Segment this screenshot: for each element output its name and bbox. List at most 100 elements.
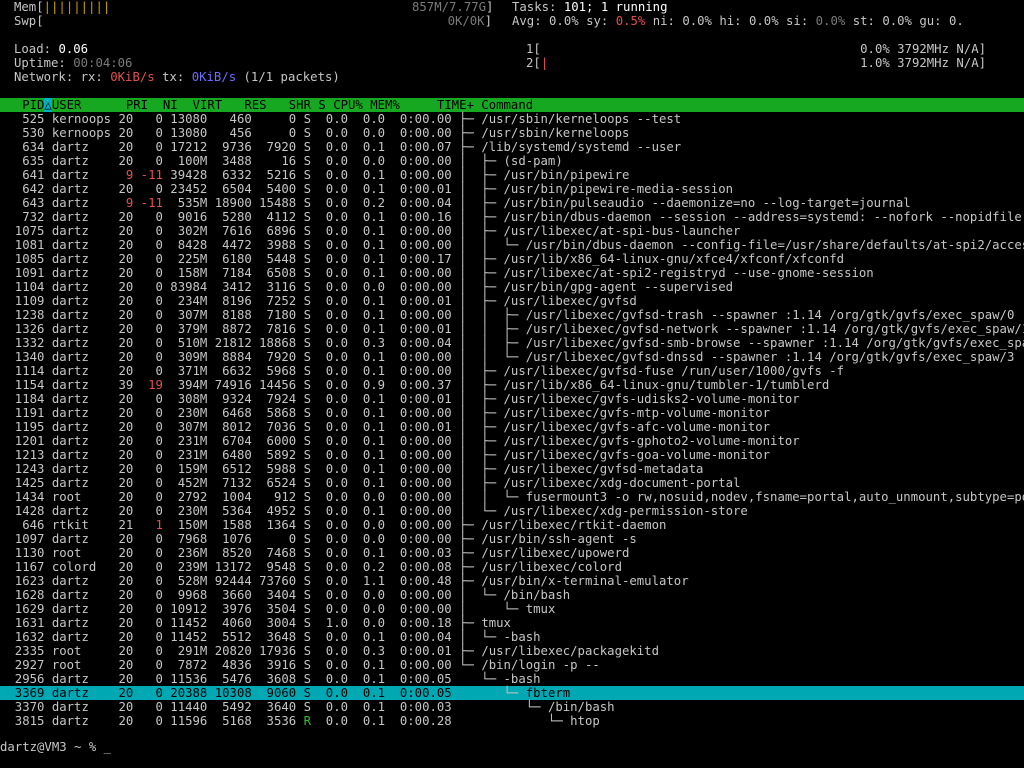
cell-s: S [296, 518, 311, 532]
cell-time: 0:00.00 [385, 504, 452, 518]
cell-cpu: 0.0 [310, 406, 349, 420]
table-row[interactable]: 1628 dartz 20 0 9968 3660 3404 S 0.0 0.0… [0, 588, 1024, 602]
table-row[interactable]: 1167 colord 20 0 239M 13172 9548 S 0.0 0… [0, 560, 1024, 574]
cell-command: /usr/libexec/gvfs-udisks2-volume-monitor [503, 392, 800, 406]
cell-virt: 9016 [162, 210, 208, 224]
cell-pri: 20 [111, 574, 134, 588]
cell-cpu: 0.0 [310, 266, 349, 280]
cell-cpu: 0.0 [310, 154, 349, 168]
cell-time: 0:00.05 [385, 672, 452, 686]
tree-branch: │ ├─ [451, 448, 504, 462]
table-row[interactable]: 1326 dartz 20 0 379M 8872 7816 S 0.0 0.1… [0, 322, 1024, 336]
cell-command: /usr/libexec/xdg-permission-store [503, 504, 748, 518]
cell-shr: 912 [251, 490, 297, 504]
column-header-time[interactable]: TIME+ [400, 98, 474, 112]
network-meter: Network: rx: 0KiB/s tx: 0KiB/s (1/1 pack… [14, 70, 340, 84]
table-row[interactable]: 1109 dartz 20 0 234M 8196 7252 S 0.0 0.1… [0, 294, 1024, 308]
table-row[interactable]: 3815 dartz 20 0 11596 5168 3536 R 0.0 0.… [0, 714, 1024, 728]
cell-res: 7184 [207, 266, 252, 280]
table-row[interactable]: 1130 root 20 0 236M 8520 7468 S 0.0 0.1 … [0, 546, 1024, 560]
table-row[interactable]: 1184 dartz 20 0 308M 9324 7924 S 0.0 0.1… [0, 392, 1024, 406]
table-row[interactable]: 1434 root 20 0 2792 1004 912 S 0.0 0.0 0… [0, 490, 1024, 504]
cell-mem: 0.0 [348, 154, 386, 168]
table-row[interactable]: 1104 dartz 20 0 83984 3412 3116 S 0.0 0.… [0, 280, 1024, 294]
cell-s: S [296, 602, 311, 616]
column-header-shr[interactable]: SHR [267, 98, 311, 112]
table-row[interactable]: 3369 dartz 20 0 20388 10308 9060 S 0.0 0… [0, 686, 1024, 700]
cell-shr: 3004 [251, 616, 297, 630]
cell-cpu: 0.0 [310, 280, 349, 294]
column-header-cpu[interactable]: CPU% [326, 98, 363, 112]
table-row[interactable]: 641 dartz 9 -11 39428 6332 5216 S 0.0 0.… [0, 168, 1024, 182]
table-row[interactable]: 642 dartz 20 0 23452 6504 5400 S 0.0 0.1… [0, 182, 1024, 196]
cell-user: kernoops [44, 126, 112, 140]
table-row[interactable]: 1085 dartz 20 0 225M 6180 5448 S 0.0 0.1… [0, 252, 1024, 266]
cell-mem: 0.1 [348, 546, 386, 560]
cell-cpu: 0.0 [310, 252, 349, 266]
table-row[interactable]: 1213 dartz 20 0 231M 6480 5892 S 0.0 0.1… [0, 448, 1024, 462]
column-header-user[interactable]: USER [52, 98, 119, 112]
tree-branch: │ ├─ [451, 406, 504, 420]
table-row[interactable]: 1428 dartz 20 0 230M 5364 4952 S 0.0 0.1… [0, 504, 1024, 518]
cell-pri: 20 [111, 364, 134, 378]
cell-user: root [44, 658, 112, 672]
table-row[interactable]: 635 dartz 20 0 100M 3488 16 S 0.0 0.0 0:… [0, 154, 1024, 168]
table-row[interactable]: 1075 dartz 20 0 302M 7616 6896 S 0.0 0.1… [0, 224, 1024, 238]
table-row[interactable]: 1243 dartz 20 0 159M 6512 5988 S 0.0 0.1… [0, 462, 1024, 476]
table-row[interactable]: 634 dartz 20 0 17212 9736 7920 S 0.0 0.1… [0, 140, 1024, 154]
cell-ni: 0 [133, 280, 163, 294]
table-row[interactable]: 1191 dartz 20 0 230M 6468 5868 S 0.0 0.1… [0, 406, 1024, 420]
table-row[interactable]: 1201 dartz 20 0 231M 6704 6000 S 0.0 0.1… [0, 434, 1024, 448]
cell-shr: 3404 [251, 588, 297, 602]
column-header-pri[interactable]: PRI [118, 98, 148, 112]
table-row[interactable]: 1632 dartz 20 0 11452 5512 3648 S 0.0 0.… [0, 630, 1024, 644]
column-header-command[interactable]: Command [474, 98, 533, 112]
table-row[interactable]: 732 dartz 20 0 9016 5280 4112 S 0.0 0.1 … [0, 210, 1024, 224]
table-row[interactable]: 1631 dartz 20 0 11452 4060 3004 S 1.0 0.… [0, 616, 1024, 630]
cell-cpu: 0.0 [310, 140, 349, 154]
table-row[interactable]: 1097 dartz 20 0 7968 1076 0 S 0.0 0.0 0:… [0, 532, 1024, 546]
table-row[interactable]: 3370 dartz 20 0 11440 5492 3640 S 0.0 0.… [0, 700, 1024, 714]
column-header-mem[interactable]: MEM% [363, 98, 400, 112]
table-row[interactable]: 1154 dartz 39 19 394M 74916 14456 S 0.0 … [0, 378, 1024, 392]
cell-user: dartz [44, 224, 112, 238]
cell-command: /usr/bin/gpg-agent --supervised [503, 280, 734, 294]
cell-virt: 100M [162, 154, 208, 168]
cell-res: 4836 [207, 658, 252, 672]
table-row[interactable]: 1332 dartz 20 0 510M 21812 18868 S 0.0 0… [0, 336, 1024, 350]
table-row[interactable]: 2335 root 20 0 291M 20820 17936 S 0.0 0.… [0, 644, 1024, 658]
column-header-s[interactable]: S [311, 98, 325, 112]
cell-user: dartz [44, 574, 112, 588]
cell-pri: 20 [111, 238, 134, 252]
shell-prompt[interactable]: dartz@VM3 ~ % _ [0, 740, 111, 754]
table-row[interactable]: 525 kernoops 20 0 13080 460 0 S 0.0 0.0 … [0, 112, 1024, 126]
column-header-ni[interactable]: NI [148, 98, 178, 112]
cell-pid: 1081 [0, 238, 45, 252]
table-row[interactable]: 643 dartz 9 -11 535M 18900 15488 S 0.0 0… [0, 196, 1024, 210]
table-row[interactable]: 1238 dartz 20 0 307M 8188 7180 S 0.0 0.1… [0, 308, 1024, 322]
table-row[interactable]: 1425 dartz 20 0 452M 7132 6524 S 0.0 0.1… [0, 476, 1024, 490]
table-row[interactable]: 2927 root 20 0 7872 4836 3916 S 0.0 0.1 … [0, 658, 1024, 672]
table-row[interactable]: 1081 dartz 20 0 8428 4472 3988 S 0.0 0.1… [0, 238, 1024, 252]
table-row[interactable]: 1623 dartz 20 0 528M 92444 73760 S 0.0 1… [0, 574, 1024, 588]
table-row[interactable]: 1114 dartz 20 0 371M 6632 5968 S 0.0 0.1… [0, 364, 1024, 378]
column-header-virt[interactable]: VIRT [178, 98, 223, 112]
cell-user: dartz [44, 350, 112, 364]
cell-cpu: 0.0 [310, 714, 349, 728]
cell-pid: 1425 [0, 476, 45, 490]
cell-res: 6504 [207, 182, 252, 196]
table-row[interactable]: 1091 dartz 20 0 158M 7184 6508 S 0.0 0.1… [0, 266, 1024, 280]
cell-command: /usr/sbin/kerneloops [481, 126, 630, 140]
table-row[interactable]: 646 rtkit 21 1 150M 1588 1364 S 0.0 0.0 … [0, 518, 1024, 532]
cell-res: 1588 [207, 518, 252, 532]
table-row[interactable]: 530 kernoops 20 0 13080 456 0 S 0.0 0.0 … [0, 126, 1024, 140]
table-row[interactable]: 1195 dartz 20 0 307M 8012 7036 S 0.0 0.1… [0, 420, 1024, 434]
column-header-pid[interactable]: PID [0, 98, 44, 112]
table-row[interactable]: 1629 dartz 20 0 10912 3976 3504 S 0.0 0.… [0, 602, 1024, 616]
cell-command: /usr/libexec/gvfs-mtp-volume-monitor [503, 406, 771, 420]
table-row[interactable]: 2956 dartz 20 0 11536 5476 3608 S 0.0 0.… [0, 672, 1024, 686]
cell-user: dartz [44, 322, 112, 336]
column-header-res[interactable]: RES [222, 98, 266, 112]
cell-res: 8196 [207, 294, 252, 308]
table-row[interactable]: 1340 dartz 20 0 309M 8884 7920 S 0.0 0.1… [0, 350, 1024, 364]
